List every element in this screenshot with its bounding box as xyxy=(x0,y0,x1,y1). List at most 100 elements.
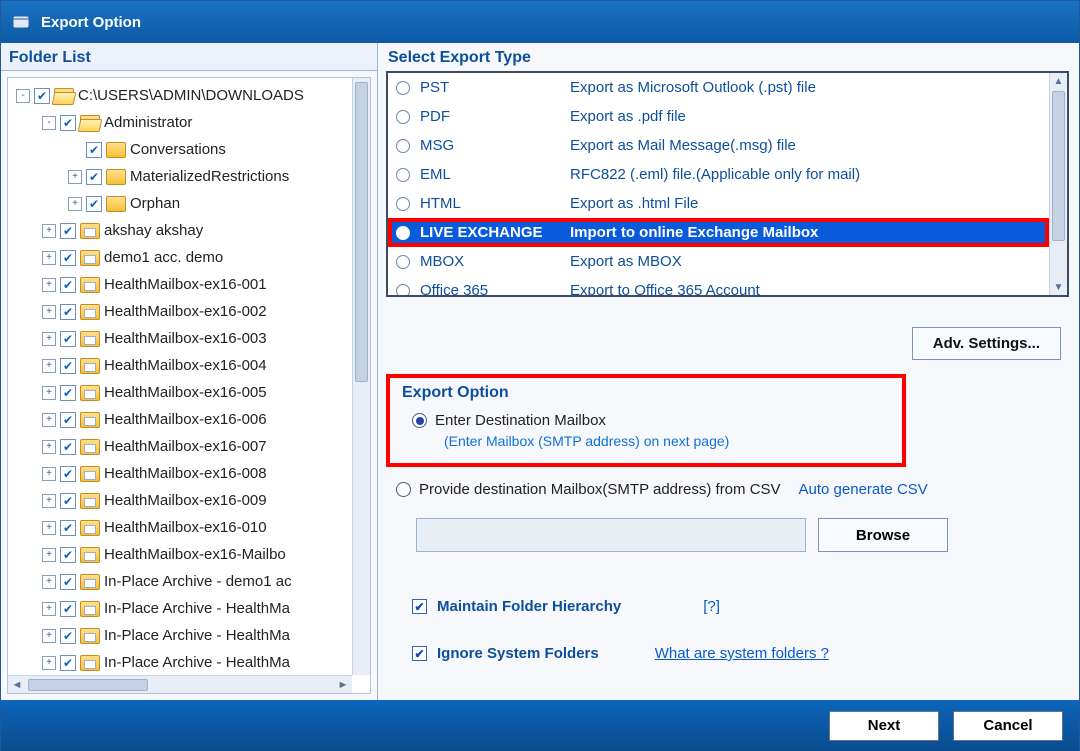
expand-icon[interactable]: + xyxy=(42,251,56,265)
tree-node[interactable]: -✔C:\USERS\ADMIN\DOWNLOADS xyxy=(8,82,352,109)
expand-icon[interactable]: + xyxy=(42,305,56,319)
export-type-row[interactable]: PSTExport as Microsoft Outlook (.pst) fi… xyxy=(388,73,1049,102)
enter-destination-hint: (Enter Mailbox (SMTP address) on next pa… xyxy=(444,433,890,449)
expand-icon[interactable]: + xyxy=(42,521,56,535)
tree-checkbox[interactable]: ✔ xyxy=(60,574,76,590)
tree-checkbox[interactable]: ✔ xyxy=(86,169,102,185)
export-list-scrollbar[interactable]: ▲ ▼ xyxy=(1049,73,1067,295)
tree-checkbox[interactable]: ✔ xyxy=(60,520,76,536)
tree-horizontal-scrollbar[interactable]: ◄ ► xyxy=(8,675,352,693)
folder-icon xyxy=(80,547,100,563)
export-type-row[interactable]: PDFExport as .pdf file xyxy=(388,102,1049,131)
export-type-row[interactable]: MBOXExport as MBOX xyxy=(388,247,1049,276)
scroll-left-icon[interactable]: ◄ xyxy=(8,677,26,693)
tree-checkbox[interactable]: ✔ xyxy=(60,493,76,509)
expand-icon[interactable]: + xyxy=(42,413,56,427)
tree-checkbox[interactable]: ✔ xyxy=(60,655,76,671)
tree-node[interactable]: +✔MaterializedRestrictions xyxy=(8,163,352,190)
scroll-right-icon[interactable]: ► xyxy=(334,677,352,693)
export-type-row[interactable]: EMLRFC822 (.eml) file.(Applicable only f… xyxy=(388,160,1049,189)
tree-checkbox[interactable]: ✔ xyxy=(60,250,76,266)
csv-radio[interactable]: Provide destination Mailbox(SMTP address… xyxy=(396,481,781,498)
tree-node[interactable]: +✔HealthMailbox-ex16-006 xyxy=(8,406,352,433)
expand-icon[interactable]: + xyxy=(42,386,56,400)
system-folders-link[interactable]: What are system folders ? xyxy=(655,645,829,662)
export-type-name: PDF xyxy=(420,108,570,125)
scroll-down-icon[interactable]: ▼ xyxy=(1050,279,1067,295)
tree-node[interactable]: +✔HealthMailbox-ex16-002 xyxy=(8,298,352,325)
expand-icon[interactable]: + xyxy=(42,224,56,238)
tree-checkbox[interactable]: ✔ xyxy=(60,547,76,563)
tree-checkbox[interactable]: ✔ xyxy=(60,331,76,347)
scroll-up-icon[interactable]: ▲ xyxy=(1050,73,1067,89)
tree-checkbox[interactable]: ✔ xyxy=(60,115,76,131)
expand-icon[interactable]: + xyxy=(42,278,56,292)
expand-icon[interactable]: + xyxy=(42,494,56,508)
export-type-row[interactable]: Office 365Export to Office 365 Account xyxy=(388,276,1049,297)
export-type-row[interactable]: HTMLExport as .html File xyxy=(388,189,1049,218)
tree-checkbox[interactable]: ✔ xyxy=(86,142,102,158)
expand-icon[interactable]: + xyxy=(42,629,56,643)
expand-icon[interactable]: + xyxy=(68,197,82,211)
export-type-list[interactable]: PSTExport as Microsoft Outlook (.pst) fi… xyxy=(386,71,1069,297)
tree-node[interactable]: +✔HealthMailbox-ex16-008 xyxy=(8,460,352,487)
tree-node[interactable]: +✔HealthMailbox-ex16-010 xyxy=(8,514,352,541)
tree-node[interactable]: +✔HealthMailbox-ex16-005 xyxy=(8,379,352,406)
enter-destination-radio[interactable]: Enter Destination Mailbox xyxy=(412,412,890,429)
tree-checkbox[interactable]: ✔ xyxy=(60,601,76,617)
expand-icon[interactable]: + xyxy=(42,602,56,616)
tree-checkbox[interactable]: ✔ xyxy=(86,196,102,212)
tree-node[interactable]: +✔demo1 acc. demo xyxy=(8,244,352,271)
tree-node[interactable]: +✔HealthMailbox-ex16-007 xyxy=(8,433,352,460)
tree-checkbox[interactable]: ✔ xyxy=(34,88,50,104)
expand-icon[interactable]: + xyxy=(42,440,56,454)
expand-icon[interactable]: + xyxy=(42,332,56,346)
tree-checkbox[interactable]: ✔ xyxy=(60,412,76,428)
tree-checkbox[interactable]: ✔ xyxy=(60,439,76,455)
tree-node[interactable]: +✔HealthMailbox-ex16-003 xyxy=(8,325,352,352)
tree-checkbox[interactable]: ✔ xyxy=(60,466,76,482)
tree-vertical-scrollbar[interactable] xyxy=(352,78,370,675)
ignore-system-checkbox[interactable]: ✔ xyxy=(412,646,427,661)
maintain-hierarchy-checkbox[interactable]: ✔ xyxy=(412,599,427,614)
tree-checkbox[interactable]: ✔ xyxy=(60,277,76,293)
tree-checkbox[interactable]: ✔ xyxy=(60,358,76,374)
tree-checkbox[interactable]: ✔ xyxy=(60,628,76,644)
collapse-icon[interactable]: - xyxy=(16,89,30,103)
export-type-row[interactable]: LIVE EXCHANGEImport to online Exchange M… xyxy=(388,218,1049,247)
tree-node[interactable]: +✔HealthMailbox-ex16-009 xyxy=(8,487,352,514)
tree-node[interactable]: +✔Orphan xyxy=(8,190,352,217)
tree-node[interactable]: +✔HealthMailbox-ex16-004 xyxy=(8,352,352,379)
tree-node[interactable]: +✔In-Place Archive - HealthMa xyxy=(8,622,352,649)
export-type-desc: RFC822 (.eml) file.(Applicable only for … xyxy=(570,166,860,183)
expand-icon[interactable]: + xyxy=(42,575,56,589)
tree-checkbox[interactable]: ✔ xyxy=(60,385,76,401)
csv-path-input[interactable] xyxy=(416,518,806,552)
adv-settings-button[interactable]: Adv. Settings... xyxy=(912,327,1061,360)
hierarchy-help-link[interactable]: [?] xyxy=(703,598,720,615)
tree-node[interactable]: +✔In-Place Archive - HealthMa xyxy=(8,595,352,622)
tree-node[interactable]: +✔HealthMailbox-ex16-Mailbo xyxy=(8,541,352,568)
folder-icon xyxy=(80,412,100,428)
tree-node[interactable]: +✔In-Place Archive - HealthMa xyxy=(8,649,352,675)
tree-node[interactable]: -✔Administrator xyxy=(8,109,352,136)
cancel-button[interactable]: Cancel xyxy=(953,711,1063,741)
tree-node[interactable]: +✔akshay akshay xyxy=(8,217,352,244)
expand-icon[interactable]: + xyxy=(42,656,56,670)
export-type-row[interactable]: MSGExport as Mail Message(.msg) file xyxy=(388,131,1049,160)
tree-node[interactable]: +✔HealthMailbox-ex16-001 xyxy=(8,271,352,298)
tree-node[interactable]: +✔In-Place Archive - demo1 ac xyxy=(8,568,352,595)
expand-icon[interactable]: + xyxy=(68,170,82,184)
collapse-icon[interactable]: - xyxy=(42,116,56,130)
tree-checkbox[interactable]: ✔ xyxy=(60,223,76,239)
tree-checkbox[interactable]: ✔ xyxy=(60,304,76,320)
auto-generate-csv-link[interactable]: Auto generate CSV xyxy=(799,481,928,498)
browse-button[interactable]: Browse xyxy=(818,518,948,552)
expand-icon[interactable]: + xyxy=(42,548,56,562)
tree-node[interactable]: ✔Conversations xyxy=(8,136,352,163)
expand-icon[interactable]: + xyxy=(42,467,56,481)
folder-tree[interactable]: -✔C:\USERS\ADMIN\DOWNLOADS-✔Administrato… xyxy=(7,77,371,694)
expand-icon[interactable]: + xyxy=(42,359,56,373)
next-button[interactable]: Next xyxy=(829,711,939,741)
footer: Next Cancel xyxy=(1,700,1079,751)
